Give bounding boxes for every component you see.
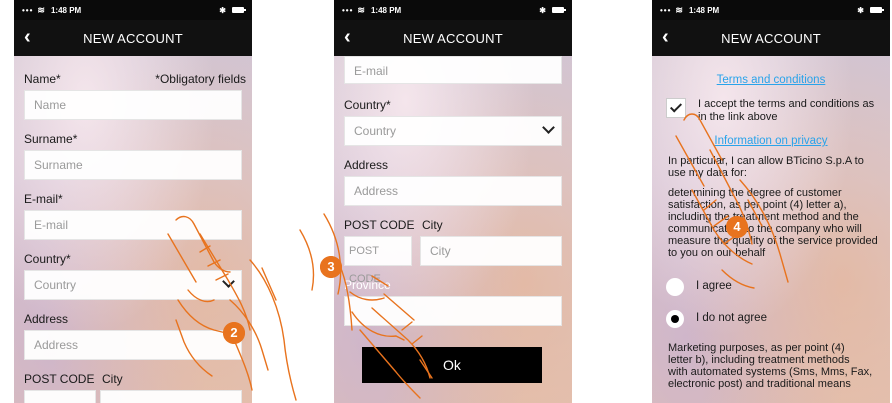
city-label: City bbox=[102, 372, 123, 386]
purpose-b-line: with automated systems (Sms, Mms, Fax, bbox=[668, 366, 873, 378]
address-input[interactable]: Address bbox=[24, 330, 242, 360]
privacy-intro-1: In particular, I can allow BTicino S.p.A… bbox=[668, 155, 864, 167]
disagree-radio[interactable] bbox=[666, 310, 684, 328]
battery-icon bbox=[232, 7, 246, 13]
agree-radio[interactable] bbox=[666, 278, 684, 296]
province-label: Province bbox=[344, 278, 391, 292]
country-select[interactable]: Country bbox=[24, 270, 242, 300]
chevron-down-icon bbox=[222, 275, 235, 288]
chevron-down-icon bbox=[542, 121, 555, 134]
purpose-b-line: Marketing purposes, as per point (4) bbox=[668, 342, 845, 354]
email-label: E-mail* bbox=[24, 192, 63, 206]
email-input[interactable]: E-mail bbox=[24, 210, 242, 240]
purpose-a-line: determining the degree of customer bbox=[668, 187, 842, 199]
obligatory-note: *Obligatory fields bbox=[155, 72, 246, 86]
bluetooth-icon: ✱ bbox=[857, 5, 864, 15]
name-input[interactable]: Name bbox=[24, 90, 242, 120]
battery-icon bbox=[552, 7, 566, 13]
disagree-label: I do not agree bbox=[696, 312, 767, 324]
city-input[interactable] bbox=[100, 390, 242, 403]
ok-button[interactable]: Ok bbox=[362, 347, 542, 383]
step-marker-2: 2 bbox=[223, 322, 245, 344]
wifi-icon: ≋ bbox=[675, 4, 683, 15]
page-title: NEW ACCOUNT bbox=[83, 30, 183, 46]
privacy-link[interactable]: Information on privacy bbox=[652, 135, 890, 147]
status-time: 1:48 PM bbox=[50, 5, 82, 15]
nav-bar: ‹ NEW ACCOUNT bbox=[14, 20, 252, 56]
status-time: 1:48 PM bbox=[688, 5, 720, 15]
nav-bar: ‹ NEW ACCOUNT bbox=[652, 20, 890, 56]
country-select[interactable]: Country bbox=[344, 116, 562, 146]
accept-terms-text-2: in the link above bbox=[698, 111, 778, 123]
purpose-a-line: measure the quality of the service provi… bbox=[668, 235, 878, 247]
signal-icon: ••• bbox=[22, 5, 34, 15]
city-label: City bbox=[422, 218, 443, 232]
privacy-intro-2: use my data for: bbox=[668, 167, 747, 179]
postcode-label: POST CODE bbox=[24, 372, 95, 386]
province-input[interactable] bbox=[344, 296, 562, 326]
purpose-b-line: letter b), including treatment methods bbox=[668, 354, 850, 366]
accept-terms-checkbox[interactable] bbox=[666, 98, 686, 118]
signal-icon: ••• bbox=[342, 5, 354, 15]
postcode-label: POST CODE bbox=[344, 218, 415, 232]
bluetooth-icon: ✱ bbox=[539, 5, 546, 15]
status-bar: ••• ≋ 1:48 PM ✱ bbox=[652, 0, 890, 20]
country-select-value: Country bbox=[34, 278, 77, 292]
postcode-input[interactable] bbox=[24, 390, 96, 403]
accept-terms-text-1: I accept the terms and conditions as bbox=[698, 98, 875, 110]
purpose-a-line: to you on our behalf bbox=[668, 247, 766, 259]
address-label: Address bbox=[24, 312, 69, 326]
country-label: Country* bbox=[24, 252, 71, 266]
phone-screen-1: ••• ≋ 1:48 PM ✱ ‹ NEW ACCOUNT Name* *Obl… bbox=[14, 0, 252, 403]
bluetooth-icon: ✱ bbox=[219, 5, 226, 15]
status-bar: ••• ≋ 1:48 PM ✱ bbox=[14, 0, 252, 20]
checkmark-icon bbox=[669, 100, 683, 113]
purpose-a-line: satisfaction, as per point (4) letter a)… bbox=[668, 199, 847, 211]
wifi-icon: ≋ bbox=[37, 4, 45, 15]
page-title: NEW ACCOUNT bbox=[403, 30, 503, 46]
phone-screen-3: ••• ≋ 1:48 PM ✱ ‹ NEW ACCOUNT Terms and … bbox=[652, 0, 890, 403]
chevron-left-icon[interactable]: ‹ bbox=[662, 27, 669, 47]
address-input[interactable]: Address bbox=[344, 176, 562, 206]
status-time: 1:48 PM bbox=[370, 5, 402, 15]
page-title: NEW ACCOUNT bbox=[721, 30, 821, 46]
battery-icon bbox=[870, 7, 884, 13]
country-label: Country* bbox=[344, 98, 391, 112]
surname-input[interactable]: Surname bbox=[24, 150, 242, 180]
terms-content[interactable]: Terms and conditions I accept the terms … bbox=[652, 56, 890, 403]
chevron-left-icon[interactable]: ‹ bbox=[344, 27, 351, 47]
purpose-a-line: including the treatment method and the bbox=[668, 211, 859, 223]
purpose-b-line: electronic post) and traditional means bbox=[668, 378, 851, 390]
step-marker-4: 4 bbox=[726, 216, 748, 238]
phone-screen-2: ••• ≋ 1:48 PM ✱ ‹ NEW ACCOUNT E-mail Cou… bbox=[334, 0, 572, 403]
status-bar: ••• ≋ 1:48 PM ✱ bbox=[334, 0, 572, 20]
email-input[interactable]: E-mail bbox=[344, 56, 562, 84]
form-content[interactable]: Name* *Obligatory fields Name Surname* S… bbox=[14, 56, 252, 403]
country-select-value: Country bbox=[354, 124, 397, 138]
form-content[interactable]: E-mail Country* Country Address Address … bbox=[334, 56, 572, 403]
postcode-input[interactable]: POST CODE bbox=[344, 236, 412, 285]
nav-bar: ‹ NEW ACCOUNT bbox=[334, 20, 572, 56]
agree-label: I agree bbox=[696, 280, 732, 292]
chevron-left-icon[interactable]: ‹ bbox=[24, 27, 31, 47]
purpose-a-line: communication to the company who will bbox=[668, 223, 862, 235]
surname-label: Surname* bbox=[24, 132, 78, 146]
terms-link[interactable]: Terms and conditions bbox=[652, 74, 890, 86]
wifi-icon: ≋ bbox=[357, 4, 365, 15]
signal-icon: ••• bbox=[660, 5, 672, 15]
name-label: Name* bbox=[24, 72, 61, 86]
step-marker-3: 3 bbox=[320, 256, 342, 278]
address-label: Address bbox=[344, 158, 389, 172]
city-input[interactable]: City bbox=[420, 236, 562, 266]
